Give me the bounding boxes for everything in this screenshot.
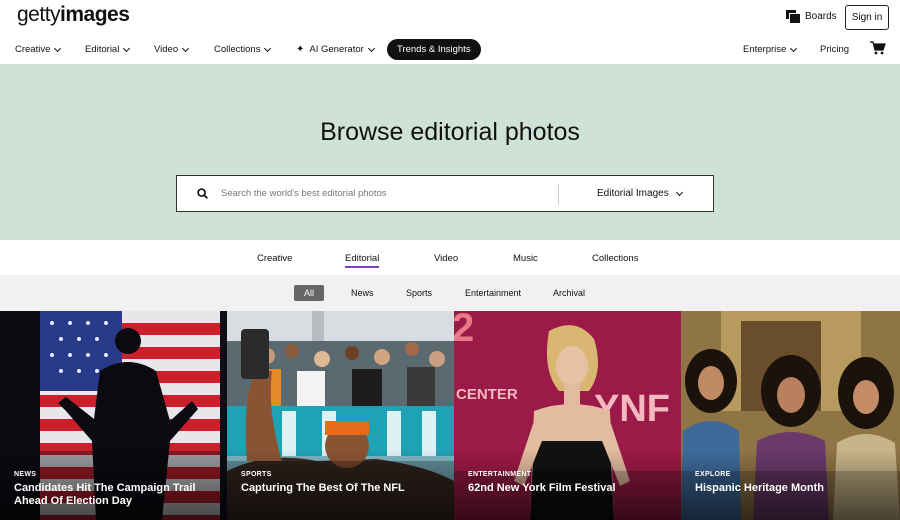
filter-entertainment[interactable]: Entertainment xyxy=(465,285,521,301)
tab-music[interactable]: Music xyxy=(513,253,538,264)
chevron-down-icon xyxy=(54,44,62,52)
boards-button[interactable]: Boards xyxy=(786,10,837,23)
nav-ai-generator[interactable]: ✦ AI Generator xyxy=(296,44,375,55)
tile-category: SPORTS xyxy=(241,471,272,478)
page-title: Browse editorial photos xyxy=(320,118,580,146)
sign-in-button[interactable]: Sign in xyxy=(845,5,889,30)
top-bar: gettyimages Boards Sign in xyxy=(0,0,900,36)
tab-collections[interactable]: Collections xyxy=(592,253,638,264)
nav-pricing[interactable]: Pricing xyxy=(820,44,849,55)
search-type-label: Editorial Images xyxy=(597,188,669,199)
tile-title: Capturing The Best Of The NFL xyxy=(241,482,405,494)
nav-enterprise[interactable]: Enterprise xyxy=(743,44,798,55)
tile-category: ENTERTAINMENT xyxy=(468,471,532,478)
chevron-down-icon xyxy=(675,188,683,196)
tab-creative[interactable]: Creative xyxy=(257,253,292,264)
svg-text:CENTER: CENTER xyxy=(456,386,518,403)
logo-text-bold: images xyxy=(60,3,130,26)
getty-images-logo[interactable]: gettyimages xyxy=(17,3,130,27)
boards-label: Boards xyxy=(805,10,837,22)
editorial-tiles: NEWS Candidates Hit The Campaign Trail A… xyxy=(0,311,900,520)
tab-editorial[interactable]: Editorial xyxy=(345,253,380,268)
media-type-tabs: Creative Editorial Video Music Collectio… xyxy=(0,240,900,275)
nav-enterprise-label: Enterprise xyxy=(743,44,787,55)
chevron-down-icon xyxy=(123,44,131,52)
tile-category: NEWS xyxy=(14,471,37,478)
tile-title: Candidates Hit The Campaign Trail Ahead … xyxy=(14,482,196,507)
chevron-down-icon xyxy=(182,44,190,52)
main-nav: Creative Editorial Video Collections ✦ AI… xyxy=(0,36,900,64)
tile-news[interactable]: NEWS Candidates Hit The Campaign Trail A… xyxy=(0,311,227,520)
chevron-down-icon xyxy=(264,44,272,52)
tile-title: Hispanic Heritage Month xyxy=(695,482,824,494)
filter-archival[interactable]: Archival xyxy=(553,285,585,301)
tile-explore[interactable]: EXPLORE Hispanic Heritage Month xyxy=(681,311,900,520)
search-icon[interactable] xyxy=(197,188,208,199)
nav-video-label: Video xyxy=(154,44,179,55)
nav-collections-label: Collections xyxy=(214,44,261,55)
chevron-down-icon xyxy=(790,44,798,52)
nav-creative-label: Creative xyxy=(15,44,51,55)
nav-creative[interactable]: Creative xyxy=(15,44,62,55)
nav-collections[interactable]: Collections xyxy=(214,44,272,55)
nav-ai-generator-label: AI Generator xyxy=(309,44,364,55)
search-type-dropdown[interactable]: Editorial Images xyxy=(597,188,683,199)
filter-sports[interactable]: Sports xyxy=(406,285,432,301)
filter-all[interactable]: All xyxy=(294,285,325,301)
trends-insights-button[interactable]: Trends & Insights xyxy=(387,39,481,60)
chevron-down-icon xyxy=(367,44,375,52)
svg-text:2: 2 xyxy=(454,311,474,350)
search-divider xyxy=(558,184,559,205)
tile-title: 62nd New York Film Festival xyxy=(468,482,616,494)
hero-section: Browse editorial photos Editorial Images xyxy=(0,64,900,240)
nav-editorial-label: Editorial xyxy=(85,44,120,55)
boards-icon xyxy=(786,10,800,23)
filter-news[interactable]: News xyxy=(351,285,374,301)
nav-editorial[interactable]: Editorial xyxy=(85,44,131,55)
tile-sports[interactable]: SPORTS Capturing The Best Of The NFL xyxy=(227,311,454,520)
search-bar: Editorial Images xyxy=(176,175,714,212)
tab-video[interactable]: Video xyxy=(434,253,458,264)
logo-text-light: getty xyxy=(17,3,61,26)
cart-icon[interactable] xyxy=(870,41,886,55)
nav-video[interactable]: Video xyxy=(154,44,190,55)
category-filters: All News Sports Entertainment Archival xyxy=(0,275,900,311)
search-input[interactable] xyxy=(221,176,551,211)
sparkle-icon: ✦ xyxy=(296,44,305,55)
tile-category: EXPLORE xyxy=(695,471,731,478)
tile-entertainment[interactable]: 2 YNF CENTER ENTERTAINMENT 62nd New York… xyxy=(454,311,681,520)
